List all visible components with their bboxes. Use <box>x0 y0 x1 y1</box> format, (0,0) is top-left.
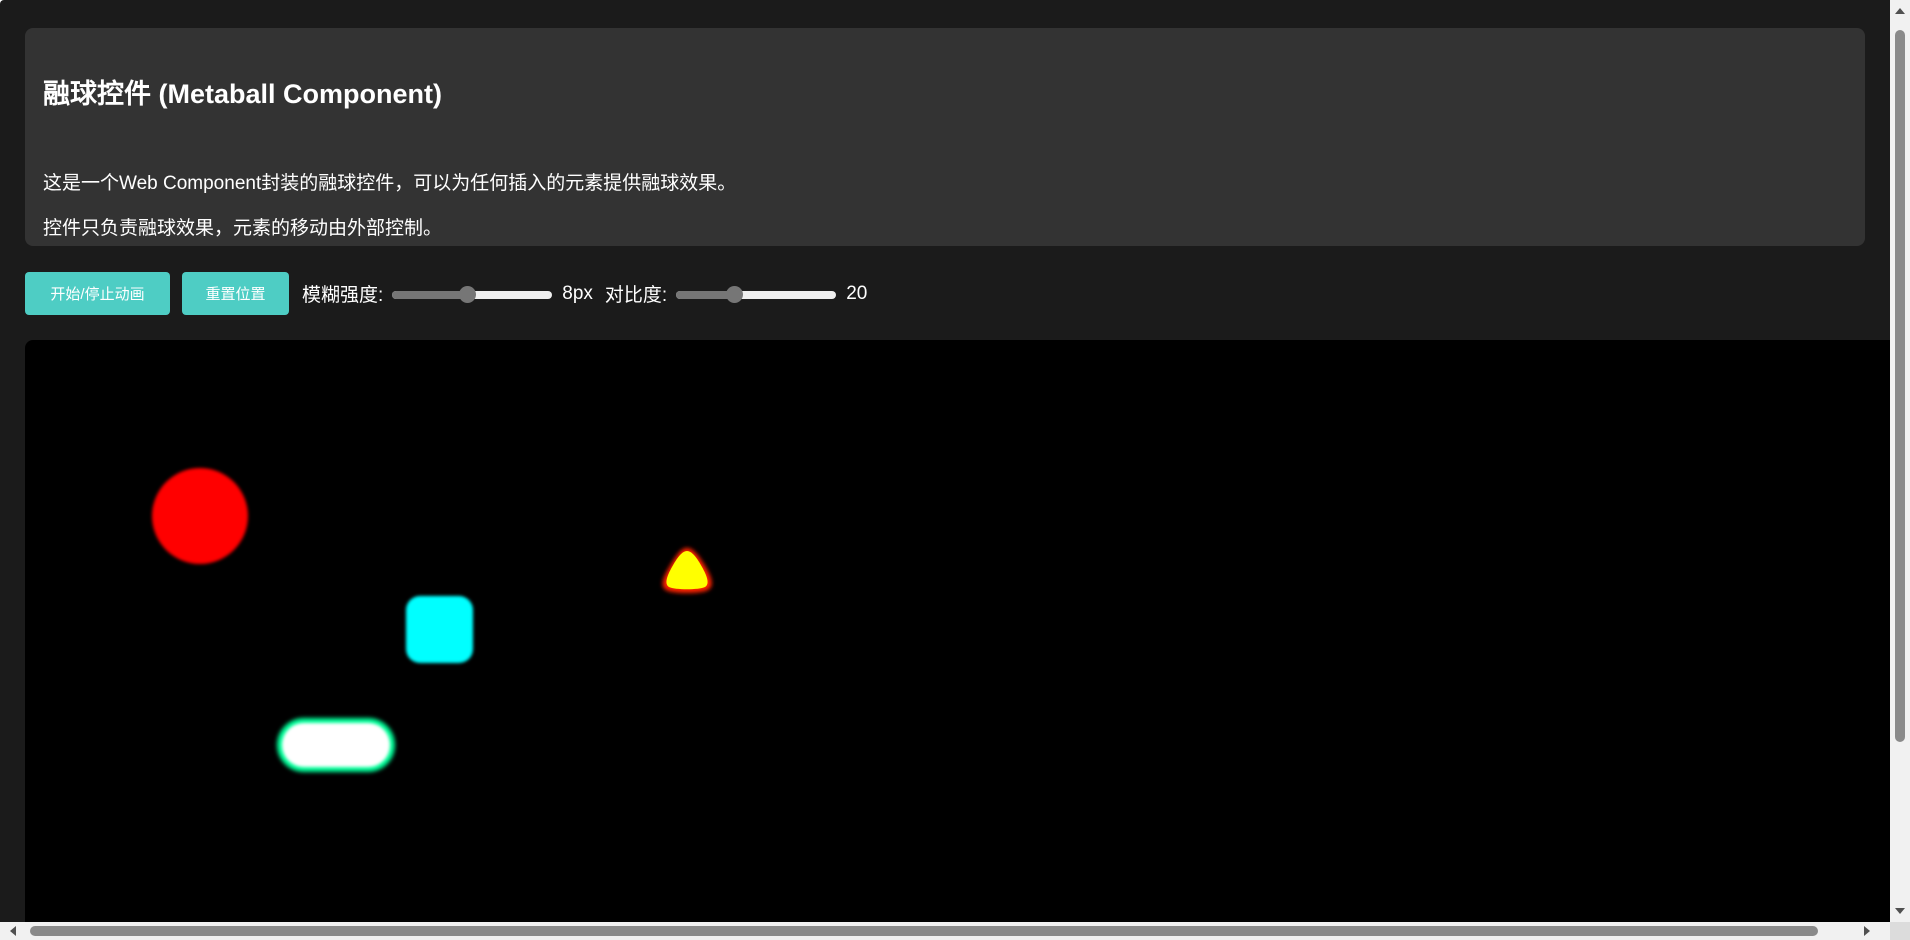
scroll-right-arrow-icon[interactable] <box>1864 926 1870 936</box>
vertical-scrollbar[interactable] <box>1890 0 1910 922</box>
contrast-slider-thumb[interactable] <box>725 285 743 303</box>
contrast-label: 对比度: <box>604 285 668 306</box>
reset-position-button[interactable]: 重置位置 <box>182 272 289 315</box>
yellow-triangle-core <box>666 551 708 590</box>
white-pill-ball[interactable] <box>282 723 390 767</box>
cyan-square-ball[interactable] <box>406 596 473 663</box>
blur-slider-thumb[interactable] <box>459 285 477 303</box>
blur-slider-fill <box>392 290 468 299</box>
controls-bar: 开始/停止动画 重置位置 模糊强度: 8px 对比度: 20 <box>25 272 867 315</box>
page-title: 融球控件 (Metaball Component) <box>43 79 442 109</box>
page-viewport: 融球控件 (Metaball Component) 这是一个Web Compon… <box>0 0 1890 922</box>
scroll-up-arrow-icon[interactable] <box>1895 8 1905 14</box>
blur-label: 模糊强度: <box>302 285 384 306</box>
vertical-scroll-thumb[interactable] <box>1895 30 1905 742</box>
start-stop-animation-button[interactable]: 开始/停止动画 <box>25 272 170 315</box>
metaball-stage[interactable] <box>25 340 1890 922</box>
contrast-value: 20 <box>846 282 868 304</box>
blur-value: 8px <box>562 282 593 304</box>
contrast-slider[interactable] <box>676 284 837 304</box>
red-circle-ball[interactable] <box>152 468 248 564</box>
horizontal-scrollbar[interactable] <box>0 922 1890 940</box>
scroll-left-arrow-icon[interactable] <box>10 926 16 936</box>
blur-slider[interactable] <box>392 284 553 304</box>
horizontal-scroll-thumb[interactable] <box>30 926 1818 936</box>
metaball-canvas <box>152 468 712 772</box>
info-card: 融球控件 (Metaball Component) 这是一个Web Compon… <box>25 28 1865 246</box>
description-line-1: 这是一个Web Component封装的融球控件，可以为任何插入的元素提供融球效… <box>43 173 737 194</box>
description-line-2: 控件只负责融球效果，元素的移动由外部控制。 <box>43 218 443 239</box>
scrollbar-corner <box>1890 922 1910 940</box>
scroll-down-arrow-icon[interactable] <box>1895 908 1905 914</box>
